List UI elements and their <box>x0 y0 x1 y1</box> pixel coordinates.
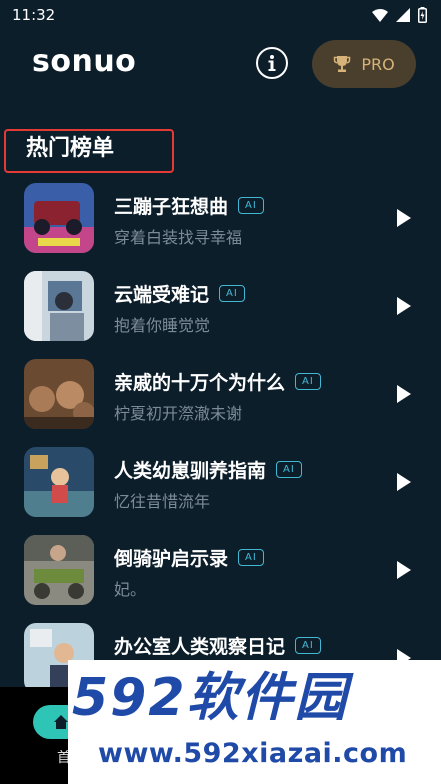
play-icon[interactable] <box>394 472 414 492</box>
list-item[interactable]: 倒骑驴启示录 AI 妃。 <box>0 532 441 620</box>
play-icon[interactable] <box>394 296 414 316</box>
info-button[interactable] <box>256 47 288 79</box>
cover-image <box>24 271 94 341</box>
app-title: sonuo <box>32 44 137 79</box>
song-title-row: 云端受难记 AI <box>114 280 245 307</box>
ai-badge: AI <box>238 549 264 566</box>
ai-badge: AI <box>295 373 321 390</box>
ai-badge: AI <box>238 197 264 214</box>
signal-icon <box>396 8 410 22</box>
song-subtitle: 柠夏初开漈澈未谢 <box>114 404 243 423</box>
song-title-row: 人类幼崽驯养指南 AI <box>114 456 302 483</box>
song-subtitle: 忆往昔惜流年 <box>114 492 211 511</box>
section-title: 热门榜单 <box>4 129 174 173</box>
cover-image <box>24 535 94 605</box>
song-title: 亲戚的十万个为什么 <box>114 372 286 394</box>
home-icon <box>54 715 68 729</box>
app-header: sonuo PRO <box>0 38 441 90</box>
ai-badge: AI <box>295 637 321 654</box>
status-time: 11:32 <box>12 6 56 24</box>
cover-image <box>24 447 94 517</box>
play-icon[interactable] <box>394 560 414 580</box>
watermark-url: www.592xiazai.com <box>98 738 408 769</box>
song-subtitle: 穿着白装找寻幸福 <box>114 228 243 247</box>
song-title: 三蹦子狂想曲 <box>114 196 229 218</box>
song-title: 人类幼崽驯养指南 <box>114 460 267 482</box>
song-title-row: 亲戚的十万个为什么 AI <box>114 368 321 395</box>
play-icon[interactable] <box>394 208 414 228</box>
song-title-row: 倒骑驴启示录 AI <box>114 544 264 571</box>
trophy-icon <box>334 56 351 72</box>
song-title: 云端受难记 <box>114 284 210 306</box>
song-title: 办公室人类观察日记 <box>114 636 286 658</box>
battery-icon <box>418 7 427 23</box>
ai-badge: AI <box>276 461 302 478</box>
wifi-icon <box>372 8 388 22</box>
pro-label: PRO <box>361 54 395 74</box>
song-subtitle: 抱着你睡觉觉 <box>114 316 211 335</box>
list-item[interactable]: 人类幼崽驯养指南 AI 忆往昔惜流年 <box>0 444 441 532</box>
ai-badge: AI <box>219 285 245 302</box>
play-icon[interactable] <box>394 384 414 404</box>
info-icon <box>268 55 276 71</box>
status-icons <box>372 7 427 23</box>
pro-button[interactable]: PRO <box>312 40 416 88</box>
watermark-logo: 592软件园 <box>72 668 349 728</box>
song-title: 倒骑驴启示录 <box>114 548 229 570</box>
watermark: 592软件园 www.592xiazai.com <box>68 660 441 784</box>
song-subtitle: 妃。 <box>114 580 147 599</box>
song-title-row: 办公室人类观察日记 AI <box>114 632 321 659</box>
song-title-row: 三蹦子狂想曲 AI <box>114 192 264 219</box>
list-item[interactable]: 三蹦子狂想曲 AI 穿着白装找寻幸福 <box>0 180 441 268</box>
list-item[interactable]: 亲戚的十万个为什么 AI 柠夏初开漈澈未谢 <box>0 356 441 444</box>
list-item[interactable]: 云端受难记 AI 抱着你睡觉觉 <box>0 268 441 356</box>
status-bar: 11:32 <box>0 0 441 30</box>
cover-image <box>24 359 94 429</box>
cover-image <box>24 183 94 253</box>
